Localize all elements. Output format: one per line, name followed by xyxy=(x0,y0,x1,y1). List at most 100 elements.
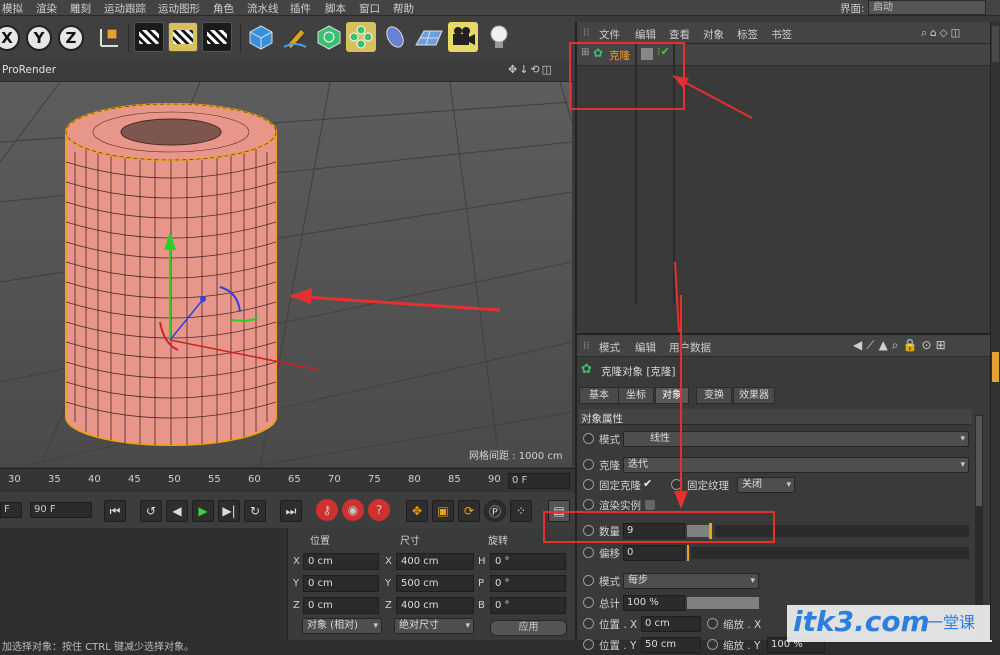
pen-button[interactable] xyxy=(280,22,310,52)
right-tab-strip[interactable] xyxy=(990,22,1000,640)
rotate-key-button[interactable]: ⟳ xyxy=(458,500,480,522)
viewport-title: ProRender xyxy=(2,64,57,76)
clapper-icon xyxy=(139,30,159,44)
prev-frame-button[interactable]: ◀ xyxy=(166,500,188,522)
render-view-button[interactable] xyxy=(134,22,164,52)
camera-icon xyxy=(453,27,475,45)
tick-label: 45 xyxy=(128,474,141,485)
layer-list[interactable] xyxy=(0,528,288,640)
3d-viewport[interactable]: 网格间距 : 1000 cm xyxy=(0,82,572,467)
rot-b-label: B xyxy=(478,600,485,611)
tick-label: 85 xyxy=(448,474,461,485)
menu-mograph[interactable]: 运动图形 xyxy=(158,1,200,16)
menu-plugins[interactable]: 插件 xyxy=(290,1,311,16)
rot-h-field[interactable]: 0 ° xyxy=(490,553,566,570)
render-settings-button[interactable] xyxy=(202,22,232,52)
light-button[interactable] xyxy=(484,22,514,52)
animate-dot[interactable] xyxy=(583,639,594,650)
animate-dot[interactable] xyxy=(707,639,718,650)
y-axis-lock-button[interactable]: Y xyxy=(26,25,52,51)
start-frame-field[interactable]: F xyxy=(0,502,22,518)
menu-character[interactable]: 角色 xyxy=(213,1,234,16)
mode2-select[interactable]: 每步 xyxy=(623,573,759,589)
size-y-field[interactable]: 500 cm xyxy=(396,575,474,592)
rot-p-label: P xyxy=(478,578,485,589)
coordinate-system-icon xyxy=(100,28,118,47)
prev-key-button[interactable]: ↺ xyxy=(140,500,162,522)
current-frame-field[interactable]: 0 F xyxy=(508,473,570,489)
rot-h-label: H xyxy=(478,556,486,567)
floor-button[interactable] xyxy=(414,22,444,52)
viewport-nav-icons[interactable]: ✥↓⟲◫ xyxy=(508,63,554,76)
pos-z-label: Z xyxy=(293,600,300,611)
annotation-arrows xyxy=(672,75,753,332)
menu-help[interactable]: 帮助 xyxy=(393,1,414,16)
cloner-button[interactable] xyxy=(346,22,376,52)
total-slider[interactable] xyxy=(687,597,759,609)
clapper-gear-icon xyxy=(207,30,227,44)
size-z-field[interactable]: 400 cm xyxy=(396,597,474,614)
pos-z-field[interactable]: 0 cm xyxy=(303,597,379,614)
end-frame-field[interactable]: 90 F xyxy=(30,502,92,518)
mode2-row: 模式 每步 xyxy=(579,571,972,591)
cube-button[interactable] xyxy=(246,22,276,52)
layout-select[interactable]: 启动 xyxy=(868,0,986,15)
coord-mode-select[interactable]: 对象 (相对) xyxy=(302,618,382,634)
rot-p-field[interactable]: 0 ° xyxy=(490,575,566,592)
animate-dot[interactable] xyxy=(583,618,594,629)
next-key-button[interactable]: ↻ xyxy=(244,500,266,522)
move-key-button[interactable]: ✥ xyxy=(406,500,428,522)
tick-label: 90 xyxy=(488,474,501,485)
animate-dot[interactable] xyxy=(707,618,718,629)
menu-window[interactable]: 窗口 xyxy=(359,1,380,16)
offset-field[interactable]: 0 xyxy=(623,545,685,561)
menu-pipeline[interactable]: 流水线 xyxy=(247,1,279,16)
question-icon: ? xyxy=(375,503,383,517)
menu-simulate[interactable]: 模拟 xyxy=(2,1,23,16)
tick-label: 65 xyxy=(288,474,301,485)
menu-sculpt[interactable]: 雕刻 xyxy=(70,1,91,16)
subdivision-button[interactable] xyxy=(314,22,344,52)
size-y-label: Y xyxy=(385,578,392,589)
deformer-button[interactable] xyxy=(380,22,410,52)
slider-handle[interactable] xyxy=(687,545,689,561)
autokey-button[interactable]: ◉ xyxy=(342,499,364,521)
cloner-icon xyxy=(349,25,373,49)
camera-button[interactable] xyxy=(448,22,478,52)
lightbulb-icon xyxy=(490,25,508,48)
rot-b-field[interactable]: 0 ° xyxy=(490,597,566,614)
timeline-ruler[interactable]: 30 35 40 45 50 55 60 65 70 75 80 85 90 0… xyxy=(0,468,575,492)
menu-script[interactable]: 脚本 xyxy=(325,1,346,16)
record-icon: ◉ xyxy=(347,503,359,517)
pos-y-field[interactable]: 0 cm xyxy=(303,575,379,592)
goto-start-button[interactable]: ⏮ xyxy=(104,500,126,522)
param-key-button[interactable]: Ⓟ xyxy=(484,500,506,522)
record-button[interactable]: ⚷ xyxy=(316,499,338,521)
pos-y-field[interactable]: 50 cm xyxy=(641,637,701,653)
render-picture-viewer-button[interactable] xyxy=(168,22,198,52)
z-axis-lock-button[interactable]: Z xyxy=(58,25,84,51)
total-field[interactable]: 100 % xyxy=(623,595,685,611)
play-button[interactable]: ▶ xyxy=(192,500,214,522)
x-axis-lock-button[interactable]: X xyxy=(0,25,20,51)
pos-x-field[interactable]: 0 cm xyxy=(303,553,379,570)
animate-dot[interactable] xyxy=(583,597,594,608)
viewport-scene xyxy=(0,82,572,467)
animate-dot[interactable] xyxy=(583,575,594,586)
menu-render[interactable]: 渲染 xyxy=(36,1,57,16)
key-help-button[interactable]: ? xyxy=(368,499,390,521)
goto-end-button[interactable]: ⏭ xyxy=(280,500,302,522)
offset-slider-track[interactable] xyxy=(691,547,969,559)
apply-button[interactable]: 应用 xyxy=(490,620,567,636)
menu-motion-tracking[interactable]: 运动跟踪 xyxy=(104,1,146,16)
next-frame-button[interactable]: ▶| xyxy=(218,500,240,522)
offset-row: 偏移 0 xyxy=(579,543,972,563)
size-x-field[interactable]: 400 cm xyxy=(396,553,474,570)
coordinate-system-button[interactable] xyxy=(94,22,124,52)
pos-x-field[interactable]: 0 cm xyxy=(641,616,701,632)
size-header: 尺寸 xyxy=(400,536,420,547)
scale-key-button[interactable]: ▣ xyxy=(432,500,454,522)
pla-key-button[interactable]: ⁘ xyxy=(510,500,532,522)
size-mode-select[interactable]: 绝对尺寸 xyxy=(394,618,474,634)
animate-dot[interactable] xyxy=(583,547,594,558)
